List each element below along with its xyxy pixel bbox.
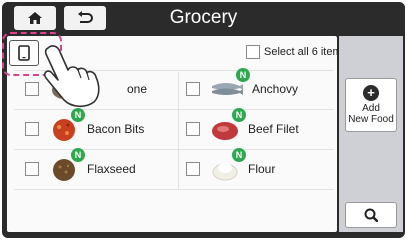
new-badge: N [236, 68, 250, 82]
add-label-line2: New Food [348, 114, 394, 125]
row-divider [14, 149, 334, 150]
food-checkbox[interactable] [186, 162, 200, 176]
food-label: Beef Filet [248, 122, 299, 136]
food-checkbox[interactable] [25, 122, 39, 136]
food-label: Flour [248, 162, 276, 176]
add-new-food-button[interactable]: + Add New Food [345, 78, 397, 132]
select-all-label: Select all 6 items [264, 46, 348, 58]
food-checkbox[interactable] [186, 82, 200, 96]
row-divider [14, 189, 334, 190]
row-divider [14, 109, 334, 110]
add-label-line1: Add [362, 103, 380, 114]
food-item[interactable]: N Beef Filet [186, 108, 299, 147]
food-label: Bacon Bits [87, 122, 145, 136]
bacon-bits-icon: N [49, 108, 85, 142]
search-button[interactable] [345, 202, 397, 228]
select-all-control[interactable]: Select all 6 items [246, 45, 347, 59]
food-checkbox[interactable] [186, 122, 200, 136]
food-label: Flaxseed [87, 162, 136, 176]
flaxseed-icon: N [49, 148, 85, 182]
food-checkbox[interactable] [25, 82, 39, 96]
flour-icon: N [210, 148, 246, 182]
new-badge: N [232, 148, 246, 162]
hand-pointer-icon [44, 45, 100, 108]
new-badge: N [71, 148, 85, 162]
beef-filet-icon: N [210, 108, 246, 142]
food-item[interactable]: N Bacon Bits [25, 108, 145, 147]
anchovy-icon: N [210, 68, 250, 102]
plus-circle-icon: + [363, 85, 379, 101]
food-item[interactable]: N Anchovy [186, 68, 299, 107]
select-all-checkbox[interactable] [246, 45, 260, 59]
new-badge: N [232, 108, 246, 122]
food-checkbox[interactable] [25, 162, 39, 176]
title-bar: Grocery [2, 2, 405, 32]
page-title: Grocery [169, 7, 238, 28]
food-item[interactable]: N Flaxseed [25, 148, 136, 187]
food-label: one [127, 82, 148, 96]
new-badge: N [71, 108, 85, 122]
search-icon [364, 208, 378, 222]
column-divider [178, 72, 179, 190]
device-screen: Grocery Select all 6 items N one [0, 0, 407, 240]
food-item[interactable]: N Flour [186, 148, 276, 187]
food-label: Anchovy [252, 82, 299, 96]
